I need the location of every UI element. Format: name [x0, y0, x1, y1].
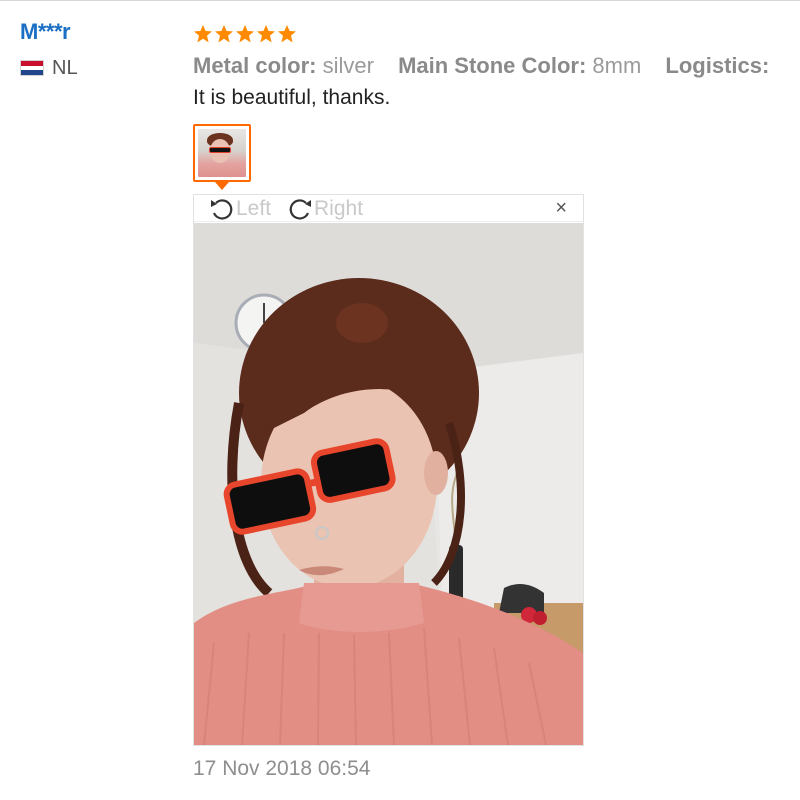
- rotate-left-icon: [208, 196, 236, 222]
- rotate-right-button[interactable]: Right: [286, 195, 363, 222]
- viewer-toolbar: Left Right ×: [194, 195, 583, 222]
- product-attributes: Metal color: silver Main Stone Color: 8m…: [193, 52, 800, 80]
- reviewer-info: M***r NL: [20, 18, 180, 80]
- reviewer-name: M***r: [20, 19, 71, 44]
- star-icon: [256, 24, 276, 44]
- attribute-value: 8mm: [592, 53, 642, 78]
- thumbnail-pointer: [215, 182, 229, 190]
- star-icon: [214, 24, 234, 44]
- star-icon: [235, 24, 255, 44]
- divider: [0, 0, 800, 1]
- rotate-right-icon: [286, 196, 314, 222]
- rotate-right-label: Right: [314, 196, 364, 220]
- close-icon[interactable]: ×: [555, 197, 567, 219]
- attribute-key: Metal color:: [193, 53, 317, 78]
- country-code: NL: [52, 56, 78, 79]
- review-card: M***r NL Metal color: silver Main Stone …: [0, 0, 800, 800]
- review-photo: [194, 223, 583, 745]
- thumbnail-image: [198, 129, 246, 177]
- attribute-value: silver: [322, 53, 374, 78]
- star-icon: [277, 24, 297, 44]
- attribute-key: Main Stone Color:: [398, 53, 587, 78]
- star-rating: [193, 22, 800, 46]
- netherlands-flag-icon: [20, 60, 44, 76]
- review-text: It is beautiful, thanks.: [193, 86, 391, 109]
- rotate-left-label: Left: [236, 196, 272, 220]
- attribute-key: Logistics:: [665, 53, 770, 78]
- star-icon: [193, 24, 213, 44]
- review-body: Metal color: silver Main Stone Color: 8m…: [193, 22, 800, 780]
- rotate-left-button[interactable]: Left: [208, 195, 271, 222]
- reviewer-country: NL: [20, 56, 180, 80]
- review-photo-image: [194, 223, 583, 745]
- photo-viewer: Left Right ×: [193, 194, 584, 746]
- review-timestamp: 17 Nov 2018 06:54: [193, 757, 371, 780]
- photo-thumbnail[interactable]: [193, 124, 251, 182]
